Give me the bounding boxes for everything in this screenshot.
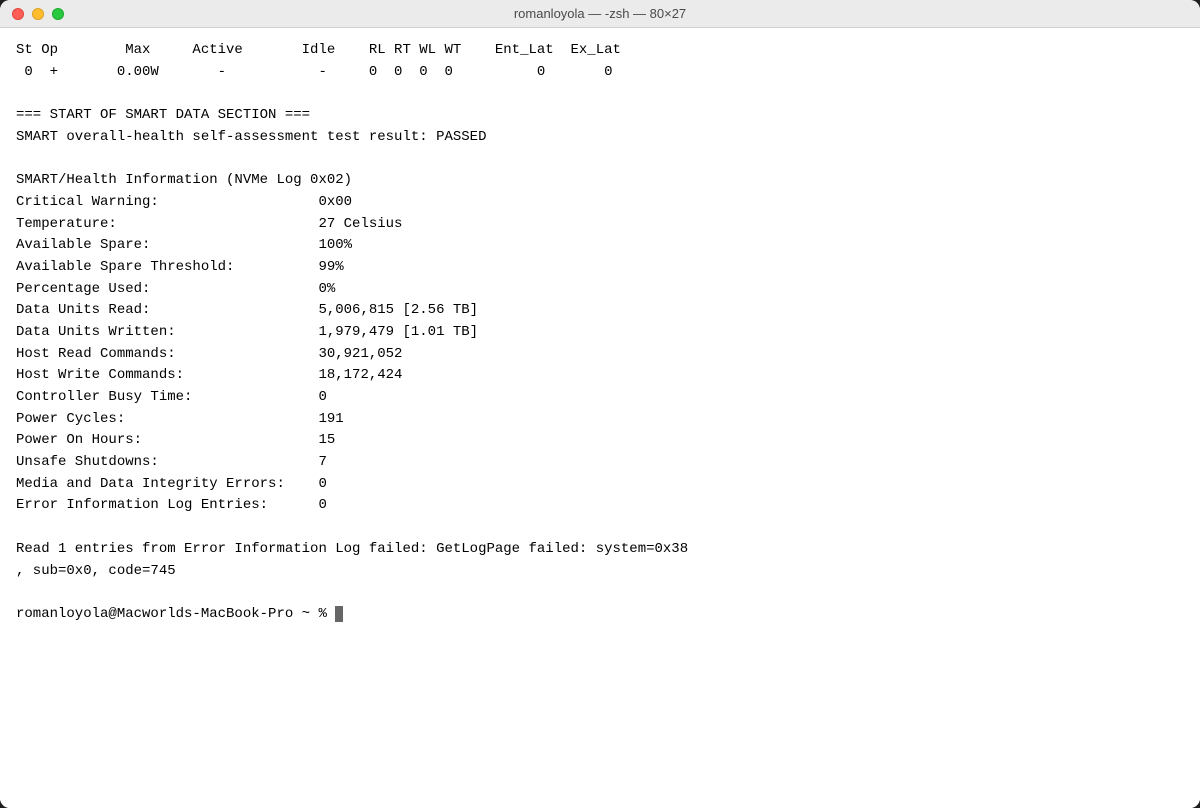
minimize-button[interactable] [32, 8, 44, 20]
traffic-lights [12, 8, 64, 20]
maximize-button[interactable] [52, 8, 64, 20]
terminal-body[interactable]: St Op Max Active Idle RL RT WL WT Ent_La… [0, 28, 1200, 808]
terminal-window: romanloyola — -zsh — 80×27 St Op Max Act… [0, 0, 1200, 808]
terminal-cursor [335, 606, 343, 622]
close-button[interactable] [12, 8, 24, 20]
window-title: romanloyola — -zsh — 80×27 [514, 6, 686, 21]
terminal-content: St Op Max Active Idle RL RT WL WT Ent_La… [16, 40, 1184, 626]
title-bar: romanloyola — -zsh — 80×27 [0, 0, 1200, 28]
